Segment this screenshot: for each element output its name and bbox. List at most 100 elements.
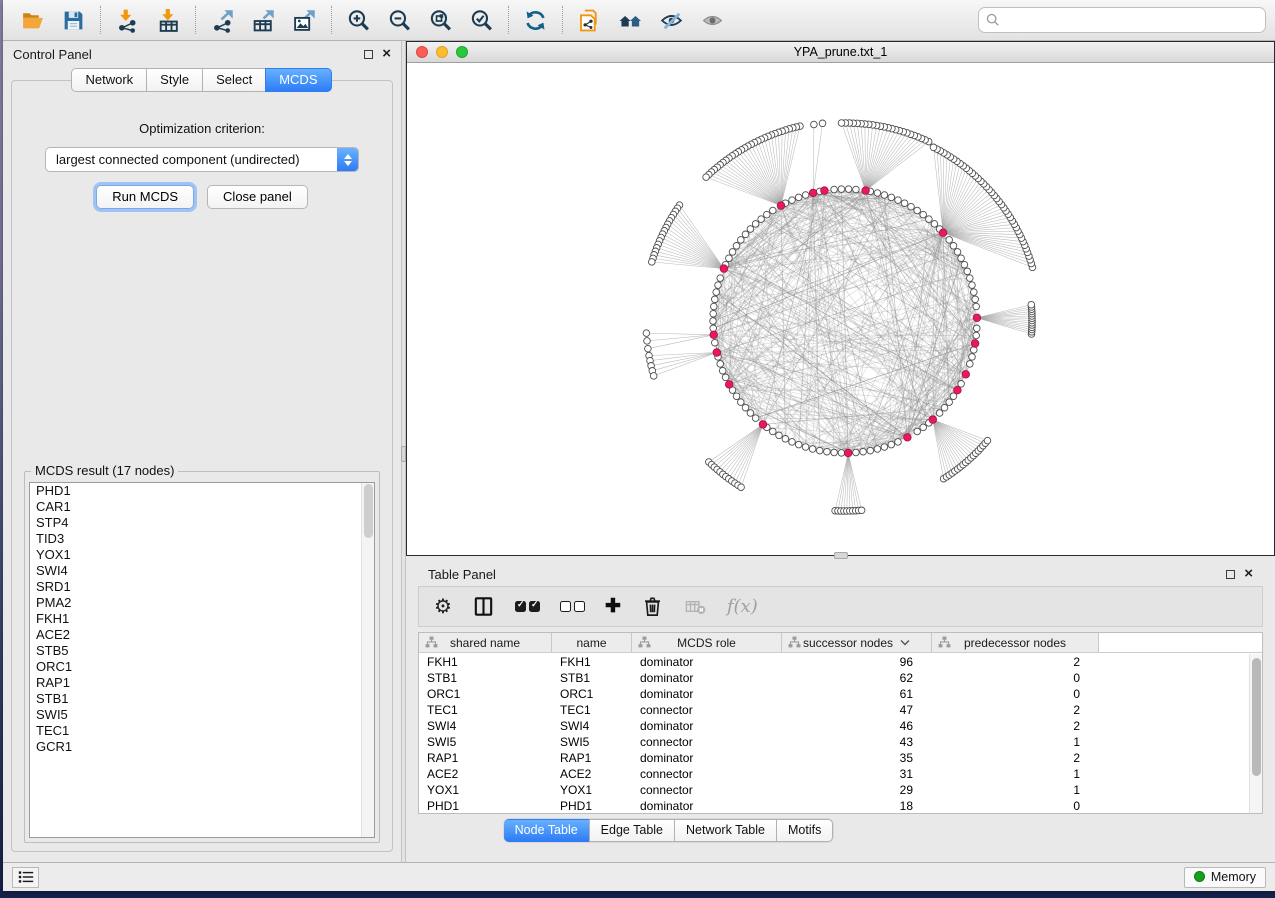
network-node[interactable] [738,237,745,244]
refresh-button[interactable] [515,4,556,36]
network-node[interactable] [776,432,783,439]
network-hub-node[interactable] [862,187,870,195]
network-node[interactable] [715,282,722,289]
network-node[interactable] [703,174,710,181]
network-node[interactable] [770,207,777,214]
network-node[interactable] [895,439,902,446]
delete-table-button[interactable] [684,593,707,621]
network-hub-node[interactable] [710,331,718,339]
export-table-button[interactable] [243,4,284,36]
network-hub-node[interactable] [954,386,962,394]
tab-style[interactable]: Style [146,68,203,92]
zoom-selected-button[interactable] [461,4,502,36]
table-row[interactable]: RAP1RAP1dominator352 [419,750,1249,766]
mcds-result-item[interactable]: TID3 [30,531,374,547]
network-hub-node[interactable] [973,314,981,322]
mcds-result-item[interactable]: PHD1 [30,483,374,499]
network-node[interactable] [758,216,765,223]
function-builder-button[interactable]: f(x) [727,593,758,621]
network-node[interactable] [795,194,802,201]
memory-button[interactable]: Memory [1184,867,1266,888]
network-hub-node[interactable] [904,434,912,442]
network-node[interactable] [802,192,809,199]
network-node[interactable] [914,428,921,435]
network-node[interactable] [738,484,745,491]
network-node[interactable] [888,441,895,448]
network-node[interactable] [819,120,826,127]
network-hub-node[interactable] [821,187,829,195]
table-row[interactable]: SWI4SWI4dominator462 [419,718,1249,734]
network-node[interactable] [747,226,754,233]
table-row[interactable]: SWI5SWI5connector431 [419,734,1249,750]
network-node[interactable] [920,424,927,431]
mcds-result-item[interactable]: ORC1 [30,659,374,675]
network-node[interactable] [838,120,845,127]
network-node[interactable] [710,325,717,332]
table-row[interactable]: TEC1TEC1connector472 [419,702,1249,718]
network-node[interactable] [719,367,726,374]
network-node[interactable] [881,444,888,451]
network-hub-node[interactable] [929,416,937,424]
network-node[interactable] [733,393,740,400]
network-hub-node[interactable] [939,229,947,237]
network-node[interactable] [712,296,719,303]
export-image-button[interactable] [284,4,325,36]
mcds-result-item[interactable]: ACE2 [30,627,374,643]
close-panel-icon[interactable]: × [382,49,391,59]
network-node[interactable] [712,339,719,346]
network-node[interactable] [961,261,968,268]
network-node[interactable] [643,330,650,337]
export-network-button[interactable] [202,4,243,36]
network-node[interactable] [901,200,908,207]
tab-mcds[interactable]: MCDS [265,68,331,92]
table-row[interactable]: STB1STB1dominator620 [419,670,1249,686]
network-node[interactable] [816,447,823,454]
show-all-button[interactable] [692,4,733,36]
table-row[interactable]: PHD1PHD1dominator180 [419,798,1249,813]
network-node[interactable] [926,216,933,223]
zoom-out-button[interactable] [379,4,420,36]
network-node[interactable] [958,255,965,262]
mcds-result-item[interactable]: STB1 [30,691,374,707]
search-input[interactable] [1005,13,1258,28]
network-node[interactable] [742,404,749,411]
network-node[interactable] [914,207,921,214]
network-graph[interactable] [407,63,1274,555]
mcds-result-item[interactable]: STB5 [30,643,374,659]
network-hub-node[interactable] [725,381,733,389]
network-node[interactable] [747,410,754,417]
network-node[interactable] [831,186,838,193]
horizontal-splitter-grip[interactable] [834,552,848,559]
network-node[interactable] [838,450,845,457]
mcds-list-scrollbar[interactable] [361,483,374,837]
network-node[interactable] [958,381,965,388]
network-node[interactable] [967,275,974,282]
network-node[interactable] [874,446,881,453]
network-node[interactable] [920,211,927,218]
float-panel-icon[interactable] [364,50,373,59]
delete-columns-button[interactable] [641,593,664,621]
network-node[interactable] [710,310,717,317]
mcds-result-item[interactable]: CAR1 [30,499,374,515]
network-node[interactable] [789,439,796,446]
optimization-criterion-select[interactable]: largest connected component (undirected) [45,147,359,172]
network-node[interactable] [742,231,749,238]
column-header-mcds-role[interactable]: MCDS role [632,633,782,652]
network-node[interactable] [858,507,865,514]
network-node[interactable] [895,197,902,204]
mcds-result-item[interactable]: STP4 [30,515,374,531]
network-node[interactable] [967,361,974,368]
network-node[interactable] [726,255,733,262]
network-node[interactable] [984,437,991,444]
network-node[interactable] [1028,301,1035,308]
tab-node-table[interactable]: Node Table [504,819,590,842]
column-header-name[interactable]: name [552,633,632,652]
network-node[interactable] [946,399,953,406]
task-history-button[interactable] [12,867,39,888]
tab-edge-table[interactable]: Edge Table [589,819,675,842]
hide-selected-button[interactable] [651,4,692,36]
zoom-in-button[interactable] [338,4,379,36]
network-hub-node[interactable] [777,202,785,210]
network-node[interactable] [722,374,729,381]
network-hub-node[interactable] [713,349,721,357]
